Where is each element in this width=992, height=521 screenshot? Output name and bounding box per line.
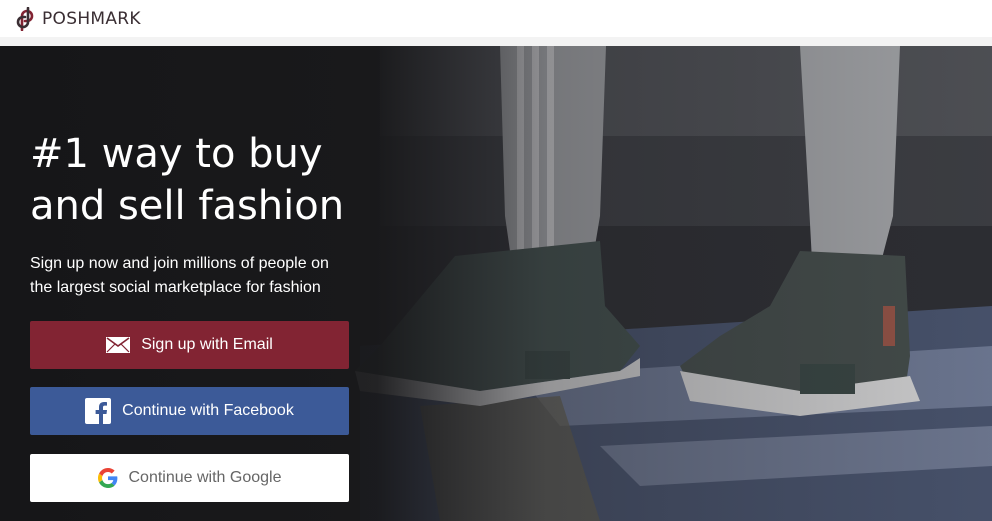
hero-headline: #1 way to buy and sell fashion — [30, 128, 450, 232]
continue-facebook-label: Continue with Facebook — [122, 402, 294, 419]
continue-facebook-button[interactable]: Continue with Facebook — [30, 387, 349, 435]
poshmark-logo[interactable]: POSHMARK — [14, 7, 141, 31]
hero-section: #1 way to buy and sell fashion Sign up n… — [0, 46, 992, 521]
subtext-line-1: Sign up now and join millions of people … — [30, 255, 329, 272]
poshmark-logo-icon — [16, 7, 34, 31]
headline-line-1: #1 way to buy — [30, 131, 323, 177]
signup-email-button[interactable]: Sign up with Email — [30, 321, 349, 369]
headline-line-2: and sell fashion — [30, 183, 345, 229]
google-icon — [97, 468, 118, 488]
hero-subtext: Sign up now and join millions of people … — [30, 252, 360, 300]
facebook-icon — [85, 398, 112, 424]
envelope-icon — [106, 337, 131, 353]
site-header: POSHMARK — [0, 0, 992, 37]
continue-google-label: Continue with Google — [128, 469, 282, 486]
header-divider — [0, 37, 992, 46]
signup-email-label: Sign up with Email — [141, 336, 273, 353]
logo-wordmark: POSHMARK — [42, 9, 141, 29]
subtext-line-2: the largest social marketplace for fashi… — [30, 279, 321, 296]
continue-google-button[interactable]: Continue with Google — [30, 454, 349, 502]
